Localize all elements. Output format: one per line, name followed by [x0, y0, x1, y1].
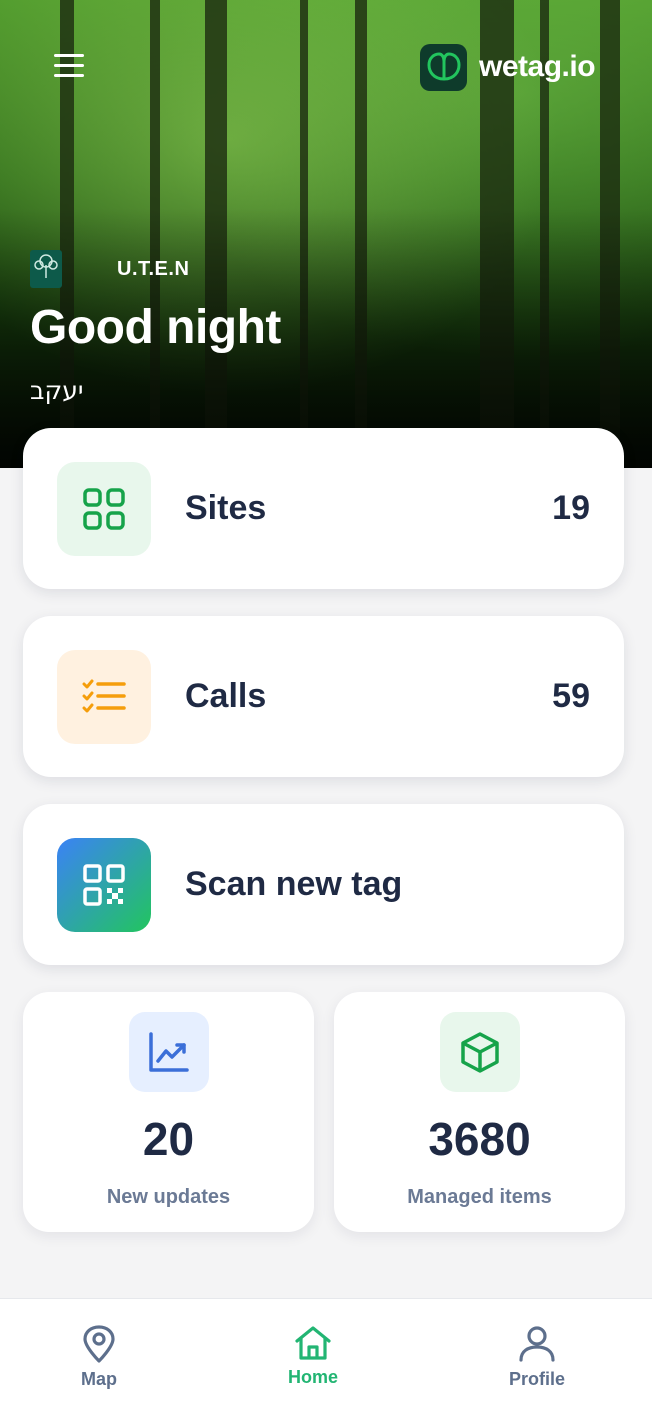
new-updates-card[interactable]: 20 New updates — [23, 992, 314, 1232]
managed-items-card[interactable]: 3680 Managed items — [334, 992, 625, 1232]
checklist-icon — [57, 649, 151, 744]
calls-card[interactable]: Calls 59 — [23, 616, 624, 777]
box-icon — [439, 1012, 520, 1092]
sites-card[interactable]: Sites 19 — [23, 428, 624, 589]
user-icon — [519, 1326, 555, 1362]
calls-count: 59 — [552, 677, 590, 715]
nav-home-label: Home — [287, 1367, 338, 1387]
new-updates-value: 20 — [142, 1113, 195, 1165]
menu-line — [54, 64, 84, 67]
scan-new-tag-card[interactable]: Scan new tag — [23, 804, 624, 965]
managed-items-value: 3680 — [428, 1113, 531, 1165]
scan-label: Scan new tag — [185, 865, 403, 903]
nav-profile[interactable]: Profile — [477, 1325, 597, 1395]
calls-label: Calls — [185, 677, 267, 715]
brand-name: wetag.io — [479, 50, 596, 83]
sites-count: 19 — [552, 489, 590, 527]
new-updates-label: New updates — [106, 1186, 231, 1208]
menu-line — [54, 74, 84, 77]
home-icon — [295, 1326, 331, 1360]
brand-logo: wetag.io — [420, 43, 596, 91]
greeting-title: Good night — [30, 301, 281, 354]
qr-code-icon — [57, 837, 151, 932]
trend-chart-icon — [128, 1012, 209, 1092]
user-name: יעקב — [30, 376, 84, 405]
managed-items-label: Managed items — [407, 1186, 552, 1208]
hamburger-menu-button[interactable] — [52, 54, 88, 80]
organization: U.T.E.N — [30, 250, 189, 288]
nav-map[interactable]: Map — [39, 1325, 159, 1395]
bottom-navigation: Map Home Profile — [0, 1298, 652, 1416]
hero-header: wetag.io U.T.E.N Good night יעקב — [0, 0, 652, 468]
org-name: U.T.E.N — [117, 257, 190, 280]
nav-home[interactable]: Home — [253, 1325, 373, 1395]
nav-profile-label: Profile — [508, 1369, 565, 1389]
leaf-icon — [420, 43, 467, 91]
org-logo-icon — [30, 250, 62, 288]
nav-map-label: Map — [81, 1369, 117, 1389]
sites-label: Sites — [185, 489, 267, 527]
map-pin-icon — [83, 1325, 115, 1363]
menu-line — [54, 54, 84, 57]
grid-icon — [57, 461, 151, 556]
